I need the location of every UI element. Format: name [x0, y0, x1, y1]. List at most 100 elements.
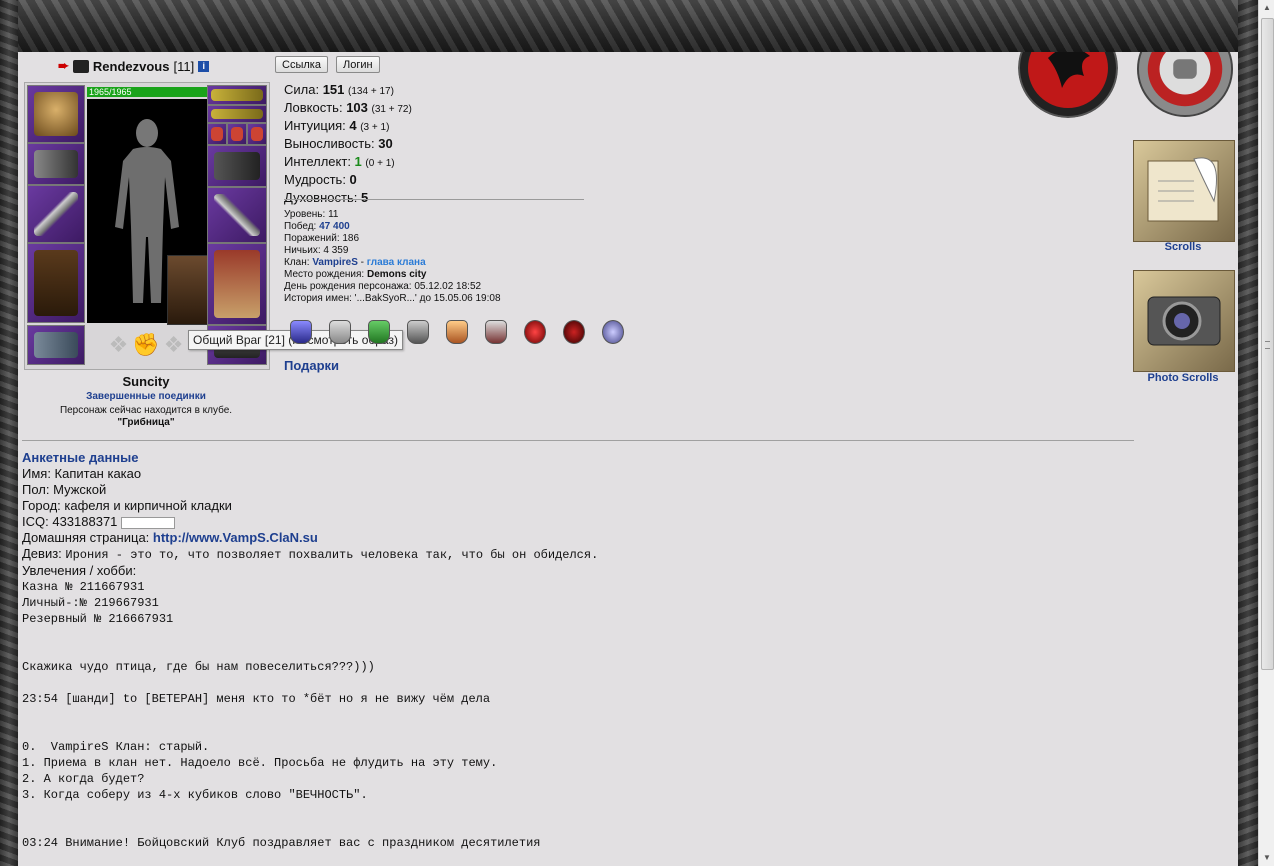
hobby-line [22, 819, 1122, 835]
character-info: Уровень: 11 Побед: 47 400 Поражений: 186… [284, 209, 604, 305]
page-scrollbar[interactable]: ▲ ▼ [1258, 0, 1274, 866]
icq-status-icon [121, 516, 176, 529]
stat-strength: Сила: 151 (134 + 17) [284, 82, 394, 97]
hobby-line: 03:24 Внимание! Бойцовский Клуб поздравл… [22, 836, 541, 850]
hobby-line: Скажика чудо птица, где бы нам повеселит… [22, 660, 375, 674]
hobby-line: 0. VampireS Клан: старый. [22, 740, 210, 754]
hobby-line [22, 627, 1122, 643]
ring-slot-2[interactable] [227, 123, 247, 145]
gifts-link[interactable]: Подарки [284, 358, 339, 373]
info-birthday: День рождения персонажа: 05.12.02 18:52 [284, 281, 482, 292]
photo-scrolls-card[interactable] [1133, 270, 1235, 372]
nick: Rendezvous [92, 58, 170, 74]
profile-page: ➨ Rendezvous [11] i 1965/1965 ❖✊❖ Общий … [18, 52, 1238, 866]
scroll-thumb[interactable] [1261, 18, 1274, 670]
hobby-line [22, 707, 1122, 723]
belt-slot[interactable] [27, 325, 85, 365]
info-icon[interactable]: i [198, 60, 210, 72]
bracer-slot[interactable] [27, 143, 85, 185]
scrolls-card[interactable] [1133, 140, 1235, 242]
hobby-line [22, 723, 1122, 739]
login-button[interactable]: Логин [336, 56, 380, 73]
city: Suncity [122, 374, 170, 389]
pet-image[interactable] [167, 255, 209, 325]
stat-intuition: Интуиция: 4 (3 + 1) [284, 118, 390, 133]
stat-agility: Ловкость: 103 (31 + 72) [284, 100, 412, 115]
arrow-icon[interactable]: ➨ [58, 58, 69, 74]
scroll-up-icon[interactable]: ▲ [1262, 2, 1272, 14]
right-frame [1238, 0, 1258, 866]
q-hobby-label: Увлечения / хобби: [22, 563, 137, 578]
hobby-line: Резервный № 216667931 [22, 612, 174, 626]
section-divider [22, 440, 1134, 441]
badge-icon[interactable] [602, 320, 624, 344]
badges-row [290, 320, 650, 344]
helmet-slot[interactable] [27, 85, 85, 143]
ring-slot-1[interactable] [207, 123, 227, 145]
location-name: "Грибница" [117, 417, 175, 428]
armor-slot[interactable] [27, 243, 85, 323]
badge-icon[interactable] [485, 320, 507, 344]
hobby-line: Личный-:№ 219667931 [22, 596, 159, 610]
weapon-right-slot[interactable] [207, 187, 267, 243]
finished-fights-link[interactable]: Завершенные поединки [24, 391, 268, 402]
stat-endurance: Выносливость: 30 [284, 136, 393, 151]
hobby-line: 23:54 [шанди] to [ВЕТЕРАН] меня кто то *… [22, 692, 491, 706]
questionnaire-title: Анкетные данные [22, 450, 139, 465]
info-wins: Побед: 47 400 [284, 221, 350, 232]
clan-link[interactable]: VampireS [312, 257, 358, 268]
clan-role: глава клана [366, 257, 426, 268]
hobby-line: Казна № 211667931 [22, 580, 145, 594]
stat-wisdom: Мудрость: 0 [284, 172, 357, 187]
info-level: Уровень: 11 [284, 209, 339, 220]
questionnaire: Анкетные данные Имя: Капитан какао Пол: … [22, 450, 1122, 851]
left-frame [0, 0, 18, 866]
pants-slot[interactable] [207, 243, 267, 325]
amulet-slot[interactable] [207, 85, 267, 105]
hobby-lines: Казна № 211667931 Личный-:№ 219667931 Резе… [22, 579, 1122, 851]
ring-slot-3[interactable] [247, 123, 267, 145]
stat-intellect: Интеллект: 1 (0 + 1) [284, 154, 395, 169]
clan-icon[interactable] [72, 59, 89, 73]
badge-icon[interactable] [290, 320, 312, 344]
top-frame [0, 0, 1274, 52]
badge-icon[interactable] [563, 320, 585, 344]
info-name-history: История имен: '...BakSyoR...' до 15.05.0… [284, 293, 501, 304]
hobby-line [22, 803, 1122, 819]
q-homepage: Домашняя страница: http://www.VampS.ClaN… [22, 530, 318, 545]
clan-emblem-icon[interactable] [1018, 52, 1118, 118]
fist-medal-icon[interactable] [1136, 52, 1234, 118]
fist-emblem-icon: ❖✊❖ [108, 332, 188, 357]
scroll-down-icon[interactable]: ▼ [1262, 852, 1272, 864]
hobby-line: 1. Приема в клан нет. Надоело всё. Прось… [22, 756, 498, 770]
info-clan: Клан: VampireS - глава клана [284, 257, 426, 268]
hobby-line: 2. А когда будет? [22, 772, 145, 786]
badge-icon[interactable] [407, 320, 429, 344]
weapon-left-slot[interactable] [27, 185, 85, 243]
earring-slot[interactable] [207, 105, 267, 123]
badge-icon[interactable] [446, 320, 468, 344]
stats-list: Сила: 151 (134 + 17) Ловкость: 103 (31 +… [284, 82, 584, 208]
hp-bar: 1965/1965 [87, 87, 207, 97]
scrolls-link[interactable]: Scrolls [1133, 241, 1233, 253]
gloves-slot[interactable] [207, 145, 267, 187]
homepage-link[interactable]: http://www.VampS.ClaN.su [153, 530, 318, 545]
link-button[interactable]: Ссылка [275, 56, 328, 73]
hobby-line [22, 675, 1122, 691]
stats-divider [284, 199, 584, 200]
badge-icon[interactable] [368, 320, 390, 344]
info-losses: Поражений: 186 [284, 233, 360, 244]
q-icq: ICQ: 433188371 [22, 514, 1122, 530]
q-motto: Девиз: Ирония - это то, что позволяет по… [22, 546, 599, 562]
location-text: Персонаж сейчас находится в клубе. [59, 405, 233, 416]
level: [11] [173, 58, 195, 74]
info-draws: Ничьих: 4 359 [284, 245, 349, 256]
badge-icon[interactable] [329, 320, 351, 344]
hobby-line [22, 643, 1122, 659]
q-city: Город: кафеля и кирпичной кладки [22, 498, 232, 513]
character-box: 1965/1965 ❖✊❖ [24, 82, 270, 370]
badge-icon[interactable] [524, 320, 546, 344]
q-name: Имя: Капитан какао [22, 466, 142, 481]
nick-row: ➨ Rendezvous [11] i [58, 58, 210, 74]
photo-scrolls-link[interactable]: Photo Scrolls [1133, 372, 1233, 384]
